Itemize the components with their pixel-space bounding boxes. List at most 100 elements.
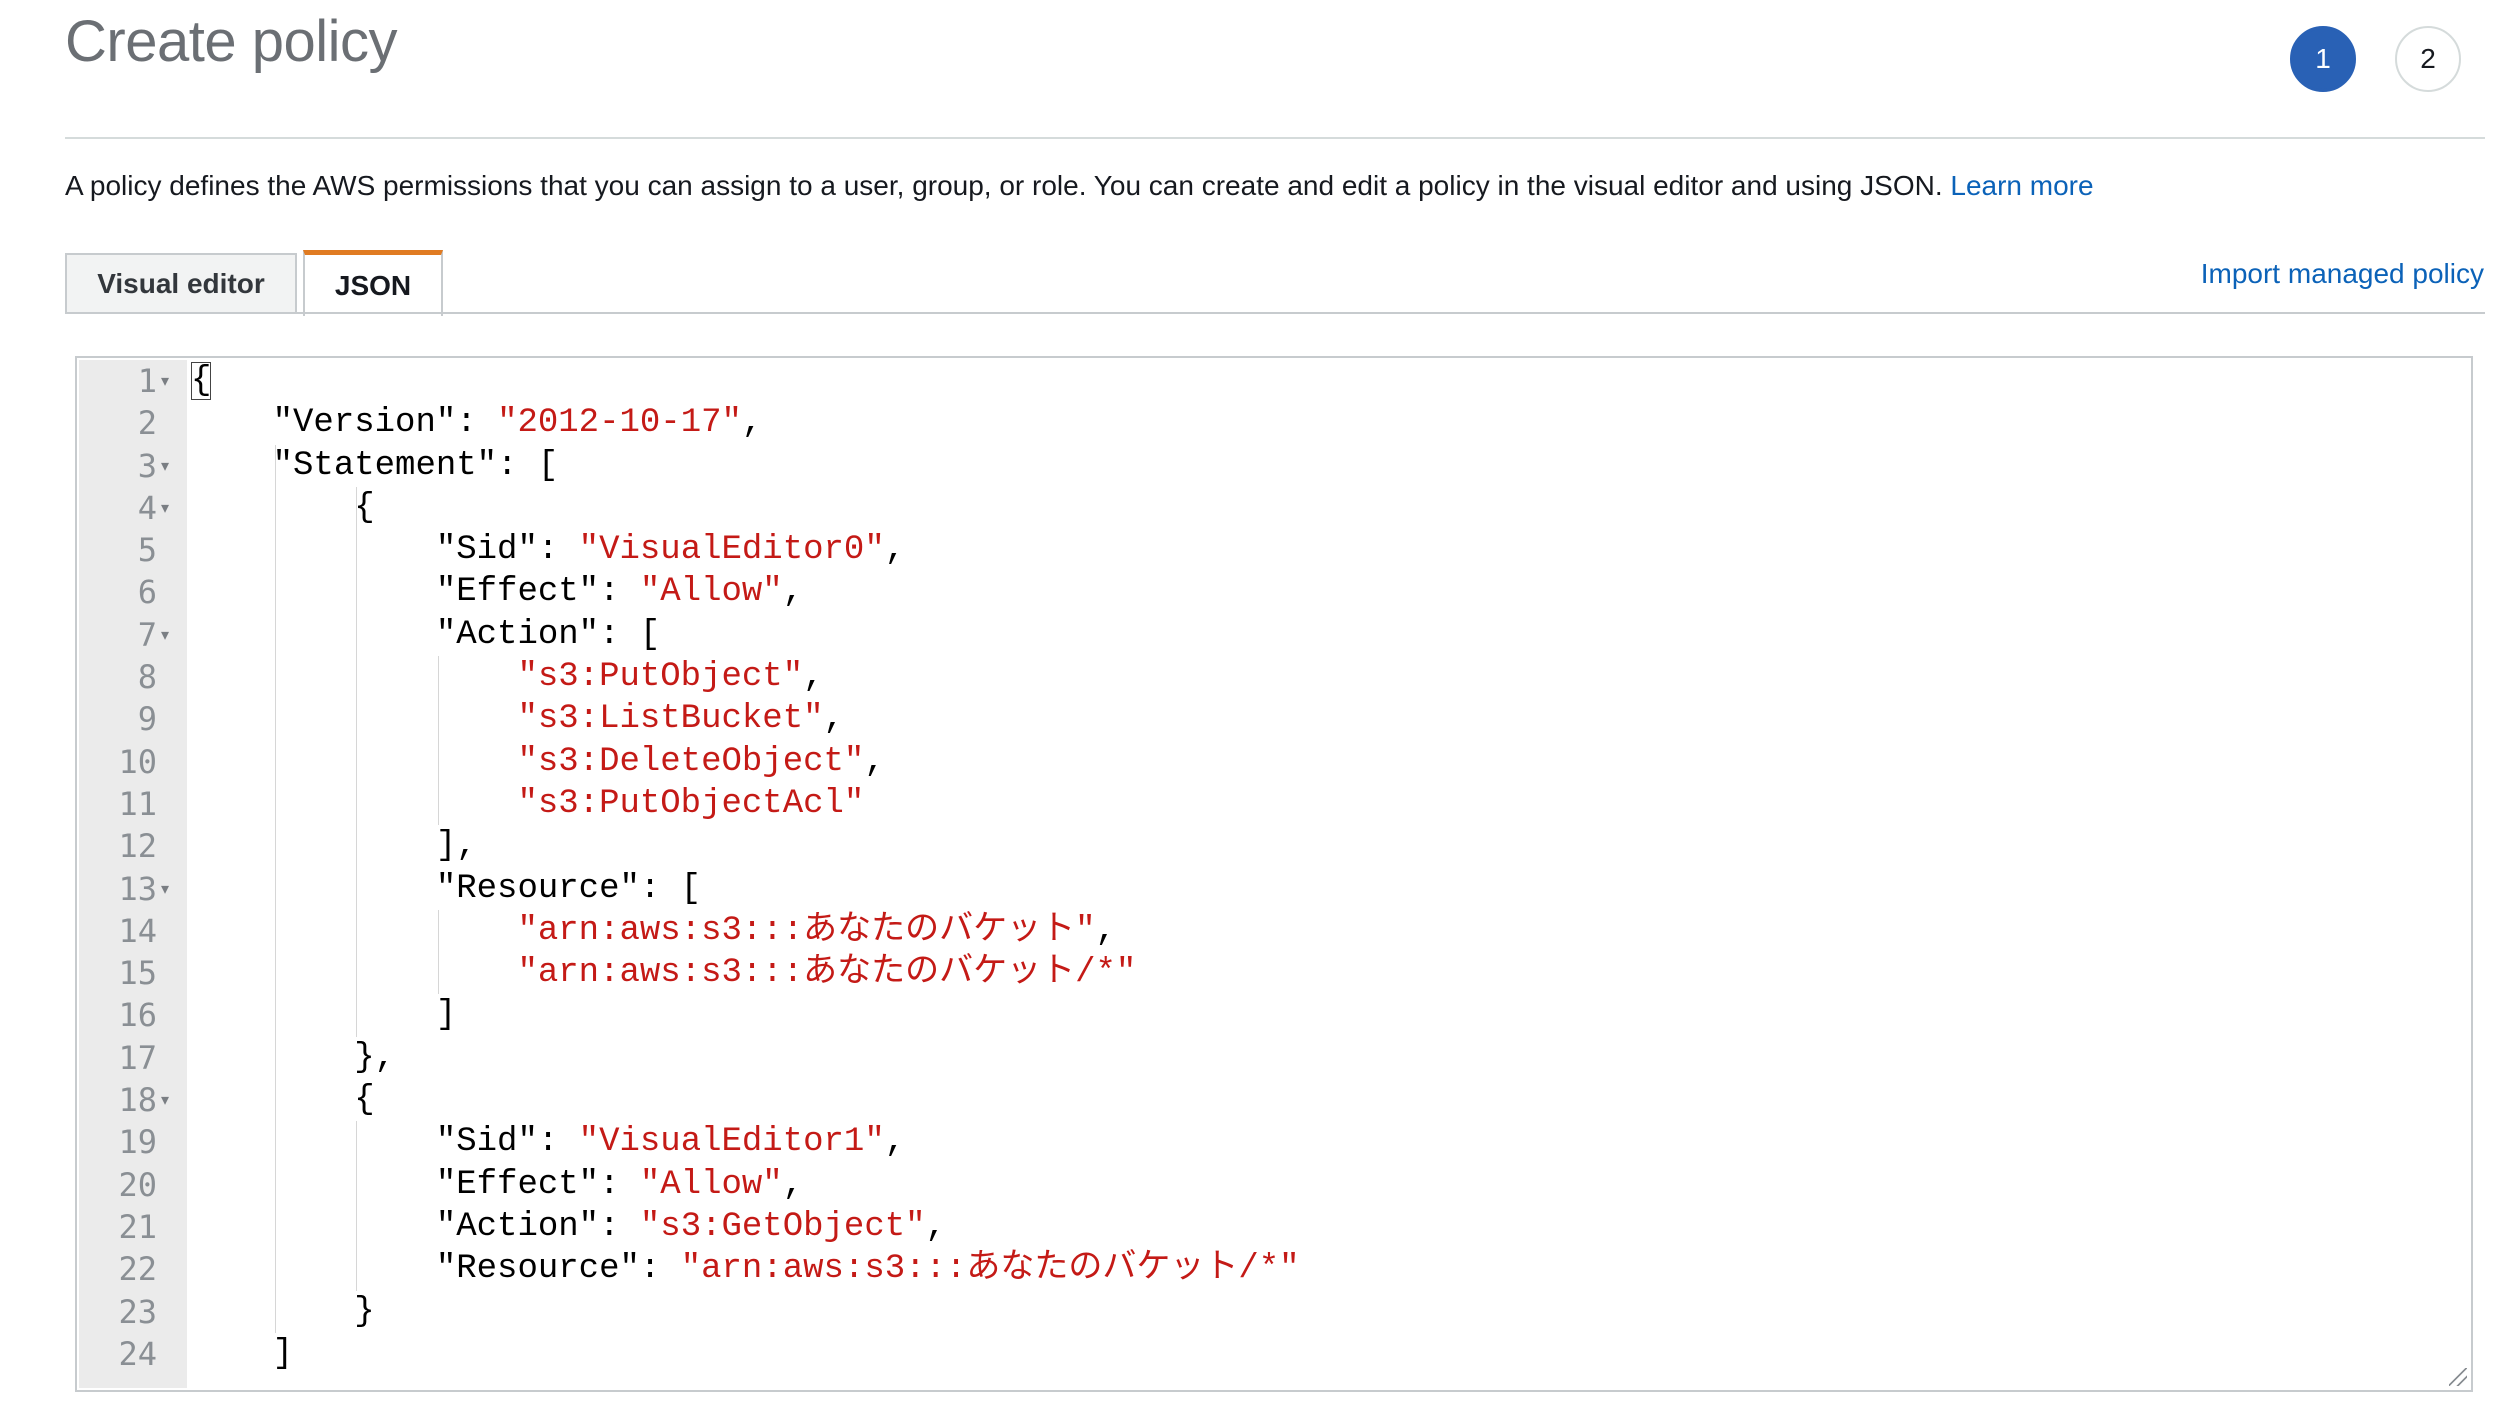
indent-guide: [356, 1121, 358, 1291]
page-title: Create policy: [65, 9, 397, 74]
fold-arrow-icon[interactable]: ▾: [161, 487, 181, 529]
code-token: "Version":: [272, 404, 498, 443]
code-line: 19 "Sid": "VisualEditor1",: [79, 1121, 2471, 1163]
code-token: {: [354, 488, 375, 527]
fold-arrow-icon[interactable]: ▾: [161, 614, 181, 656]
code-line: 24 ]: [79, 1333, 2471, 1375]
code-text: }: [191, 1291, 374, 1333]
indent-guide: [437, 656, 439, 826]
code-token: "Statement": [: [272, 446, 559, 485]
line-number: 16: [118, 996, 157, 1035]
policy-description: A policy defines the AWS permissions tha…: [65, 170, 2094, 202]
line-number: 17: [118, 1038, 157, 1077]
code-line: 18 ▾ {: [79, 1079, 2471, 1121]
code-text: "Resource": [: [191, 868, 701, 910]
code-text: {: [191, 1079, 374, 1121]
string-token: "arn:aws:s3:::あなたのバケット/*": [517, 954, 1137, 993]
indent-guide: [274, 444, 276, 1333]
code-text: "Effect": "Allow",: [191, 571, 803, 613]
code-text: "Sid": "VisualEditor1",: [191, 1121, 905, 1163]
code-line: 2 "Version": "2012-10-17",: [79, 402, 2471, 444]
line-number: 12: [118, 827, 157, 866]
code-token: "Resource": [: [435, 869, 702, 908]
learn-more-link[interactable]: Learn more: [1950, 170, 2093, 201]
tab-json[interactable]: JSON: [303, 250, 443, 316]
string-token: "arn:aws:s3:::あなたのバケット": [517, 911, 1096, 950]
tab-visual-editor[interactable]: Visual editor: [65, 253, 297, 313]
line-number: 6: [137, 573, 157, 612]
step-1-button[interactable]: 1: [2290, 26, 2356, 92]
step-2-button[interactable]: 2: [2395, 26, 2461, 92]
code-text: "Action": "s3:GetObject",: [191, 1206, 946, 1248]
line-number: 15: [118, 954, 157, 993]
code-token: ,: [741, 404, 763, 443]
code-text: ]: [191, 1333, 293, 1375]
line-number: 22: [118, 1250, 157, 1289]
line-number: 23: [118, 1292, 157, 1331]
line-number: 14: [118, 911, 157, 950]
code-token: ,: [823, 700, 844, 739]
code-line: 3 ▾ "Statement": [: [79, 445, 2471, 487]
code-token: ,: [782, 1165, 804, 1204]
code-token: ]: [272, 1334, 294, 1373]
code-line: 13 ▾ "Resource": [: [79, 868, 2471, 910]
string-token: "2012-10-17": [497, 404, 742, 443]
code-text: "arn:aws:s3:::あなたのバケット",: [191, 910, 1115, 952]
code-text: },: [191, 1037, 395, 1079]
code-token: ]: [435, 996, 457, 1035]
code-text: ]: [191, 994, 456, 1036]
line-number: 24: [118, 1334, 157, 1373]
line-number: 7: [137, 615, 157, 654]
string-token: "arn:aws:s3:::あなたのバケット/*": [680, 1250, 1300, 1289]
fold-arrow-icon[interactable]: ▾: [161, 445, 181, 487]
resize-handle-icon[interactable]: [2449, 1368, 2467, 1386]
code-text: "s3:DeleteObject",: [191, 741, 885, 783]
string-token: "VisualEditor0": [578, 531, 885, 570]
code-line: 16 ]: [79, 994, 2471, 1036]
indent-guide: [356, 486, 358, 1037]
import-managed-policy-link[interactable]: Import managed policy: [2201, 258, 2484, 290]
code-line: 5 "Sid": "VisualEditor0",: [79, 529, 2471, 571]
fold-arrow-icon[interactable]: ▾: [161, 868, 181, 910]
code-text: "Statement": [: [191, 445, 559, 487]
code-token: },: [354, 1038, 396, 1077]
code-line: 12 ],: [79, 825, 2471, 867]
line-number: 18: [118, 1081, 157, 1120]
code-token: {: [191, 362, 212, 400]
code-token: ,: [803, 658, 824, 697]
code-text: "Sid": "VisualEditor0",: [191, 529, 905, 571]
json-code-editor[interactable]: 1 ▾{2 "Version": "2012-10-17", 3 ▾ "Stateme…: [75, 356, 2473, 1392]
line-number: 4: [137, 488, 157, 527]
code-token: ,: [864, 742, 885, 781]
code-token: ,: [782, 573, 804, 612]
string-token: "s3:DeleteObject": [517, 742, 865, 781]
code-text: "s3:PutObjectAcl": [191, 783, 864, 825]
line-number: 2: [137, 404, 157, 443]
line-number: 11: [118, 784, 157, 823]
string-token: "s3:GetObject": [639, 1207, 926, 1246]
code-line: 20 "Effect": "Allow",: [79, 1164, 2471, 1206]
fold-arrow-icon[interactable]: ▾: [161, 360, 181, 402]
code-token: "Effect":: [435, 1165, 640, 1204]
code-text: "Resource": "arn:aws:s3:::あなたのバケット/*": [191, 1248, 1300, 1290]
code-text: "arn:aws:s3:::あなたのバケット/*": [191, 952, 1136, 994]
code-text: {: [191, 360, 212, 402]
code-token: ,: [884, 531, 906, 570]
code-text: "s3:ListBucket",: [191, 698, 844, 740]
code-line: 6 "Effect": "Allow",: [79, 571, 2471, 613]
indent-guide: [437, 909, 439, 995]
code-token: "Sid":: [435, 531, 579, 570]
line-number: 19: [118, 1123, 157, 1162]
code-token: "Action": [: [435, 615, 661, 654]
line-number: 1: [137, 362, 157, 400]
line-number: 20: [118, 1165, 157, 1204]
string-token: "Allow": [639, 1165, 783, 1204]
line-number: 9: [137, 700, 157, 739]
string-token: "Allow": [639, 573, 783, 612]
code-line: 1 ▾ {: [79, 360, 2471, 402]
fold-arrow-icon[interactable]: ▾: [161, 1079, 181, 1121]
code-token: "Resource":: [435, 1250, 681, 1289]
code-lines: 1 ▾{2 "Version": "2012-10-17", 3 ▾ "Stateme…: [79, 360, 2471, 1375]
code-text: ],: [191, 825, 477, 867]
code-line: 4 ▾ {: [79, 487, 2471, 529]
